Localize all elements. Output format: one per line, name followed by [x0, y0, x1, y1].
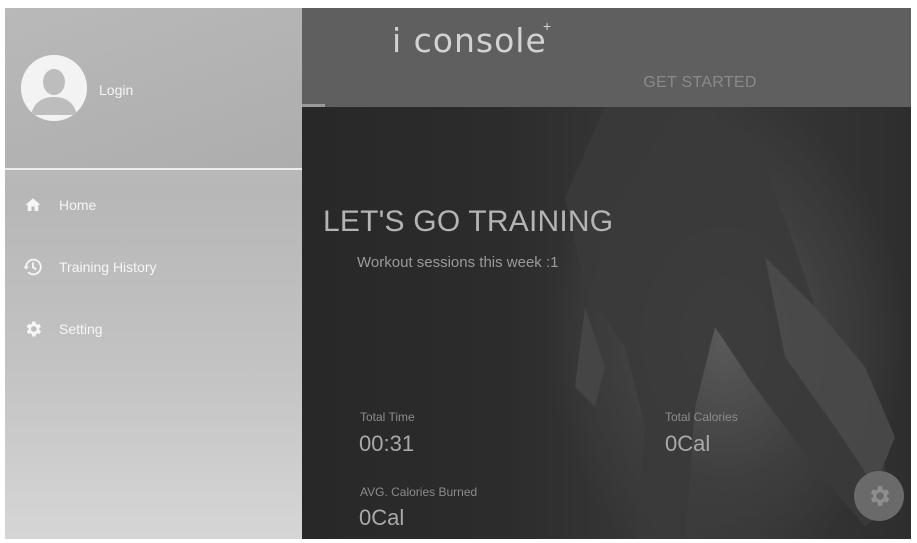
total-calories-value: 0Cal	[665, 431, 711, 456]
total-time-label: Total Time	[360, 410, 415, 424]
navigation-drawer: Login Home Training History Setting	[5, 8, 302, 539]
settings-icon	[21, 317, 45, 341]
total-time-value: 00:31	[359, 431, 415, 456]
avatar[interactable]	[21, 55, 87, 121]
total-calories-label: Total Calories	[665, 410, 738, 424]
history-icon	[21, 255, 45, 279]
gear-icon	[870, 486, 890, 506]
avg-calories-value: 0Cal	[359, 505, 405, 530]
nav-item-label: Training History	[59, 259, 157, 275]
drawer-header: Login	[5, 8, 302, 168]
workout-sessions-text: Workout sessions this week :1	[357, 254, 559, 271]
nav-item-training-history[interactable]: Training History	[5, 245, 302, 289]
home-icon	[21, 193, 45, 217]
user-avatar-icon	[21, 55, 87, 121]
drawer-divider	[5, 168, 302, 170]
tab-get-started[interactable]: GET STARTED	[625, 74, 775, 92]
runner-image	[565, 107, 895, 539]
settings-fab[interactable]	[854, 471, 904, 521]
avg-calories-label: AVG. Calories Burned	[360, 485, 478, 499]
nav-item-label: Setting	[59, 321, 103, 337]
app-logo: i console	[392, 21, 547, 60]
app-logo-plus: +	[543, 18, 552, 34]
login-link[interactable]: Login	[99, 82, 133, 98]
app-window: i console + GET STARTED LET'S GO TRAININ…	[5, 8, 911, 539]
nav-item-label: Home	[59, 197, 97, 213]
nav-item-setting[interactable]: Setting	[5, 307, 302, 351]
nav-item-home[interactable]: Home	[5, 183, 302, 227]
hero-title: LET'S GO TRAINING	[323, 205, 614, 238]
